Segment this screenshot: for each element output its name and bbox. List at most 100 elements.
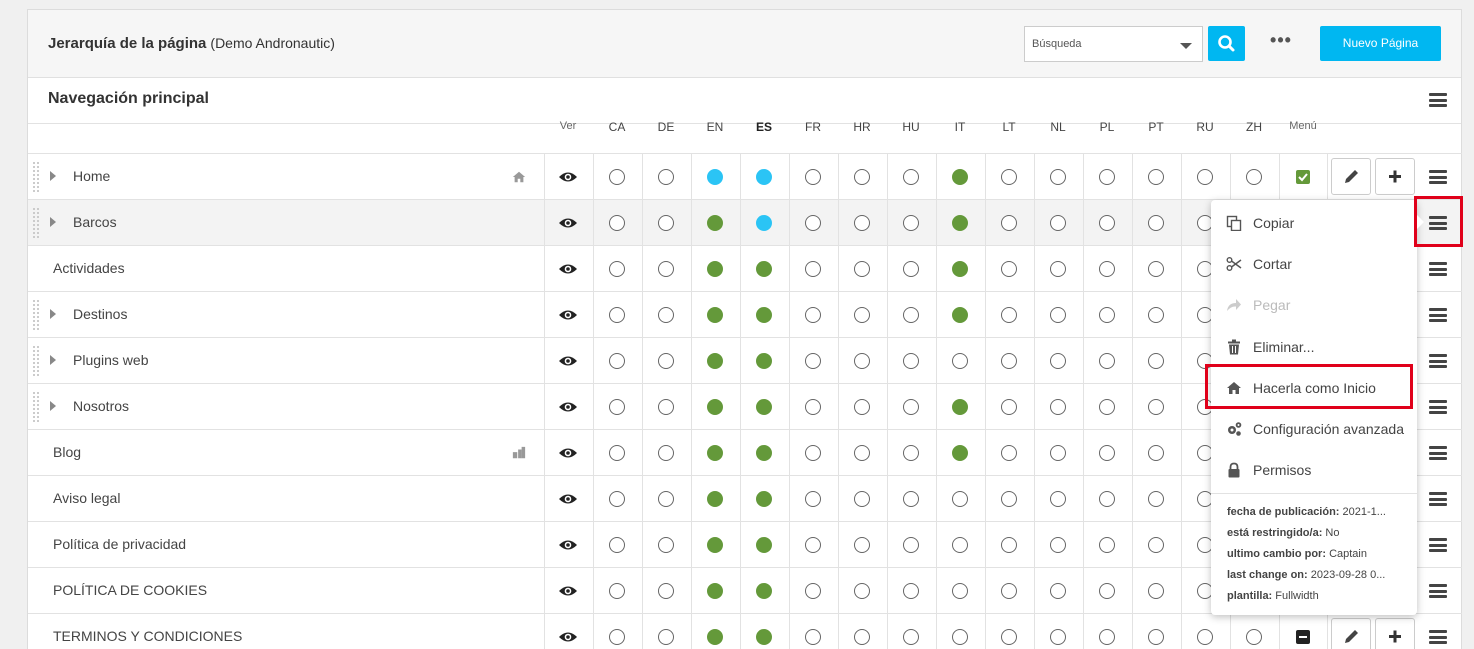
language-status-hu[interactable] xyxy=(903,583,919,599)
language-status-hr[interactable] xyxy=(854,399,870,415)
language-status-nl[interactable] xyxy=(1050,445,1066,461)
language-status-lt[interactable] xyxy=(1001,537,1017,553)
language-status-pl[interactable] xyxy=(1099,445,1115,461)
language-status-ca[interactable] xyxy=(609,353,625,369)
language-status-hr[interactable] xyxy=(854,537,870,553)
page-title-label[interactable]: Actividades xyxy=(53,260,125,276)
language-status-en[interactable] xyxy=(707,629,723,645)
language-status-hr[interactable] xyxy=(854,169,870,185)
language-status-hu[interactable] xyxy=(903,215,919,231)
menu-checkbox-indeterminate[interactable] xyxy=(1296,630,1310,644)
page-title-label[interactable]: Blog xyxy=(53,444,81,460)
language-status-it[interactable] xyxy=(952,261,968,277)
language-status-de[interactable] xyxy=(658,537,674,553)
eye-icon[interactable] xyxy=(558,216,578,230)
language-status-ca[interactable] xyxy=(609,399,625,415)
row-menu-icon[interactable] xyxy=(1429,262,1447,276)
language-status-pt[interactable] xyxy=(1148,583,1164,599)
language-status-lt[interactable] xyxy=(1001,169,1017,185)
language-status-en[interactable] xyxy=(707,399,723,415)
more-options-icon[interactable]: ••• xyxy=(1268,31,1294,56)
language-status-it[interactable] xyxy=(952,169,968,185)
expand-arrow-icon[interactable] xyxy=(50,217,56,227)
language-status-de[interactable] xyxy=(658,445,674,461)
language-status-pl[interactable] xyxy=(1099,399,1115,415)
language-status-fr[interactable] xyxy=(805,537,821,553)
language-status-it[interactable] xyxy=(952,445,968,461)
language-status-ca[interactable] xyxy=(609,583,625,599)
language-status-pl[interactable] xyxy=(1099,629,1115,645)
language-status-pt[interactable] xyxy=(1148,353,1164,369)
language-status-es[interactable] xyxy=(756,537,772,553)
language-status-de[interactable] xyxy=(658,261,674,277)
language-status-nl[interactable] xyxy=(1050,169,1066,185)
column-header-lang-pt[interactable]: PT xyxy=(1136,120,1176,134)
language-status-nl[interactable] xyxy=(1050,215,1066,231)
language-status-es[interactable] xyxy=(756,353,772,369)
language-status-ca[interactable] xyxy=(609,537,625,553)
menu-item-scissors[interactable]: Cortar xyxy=(1211,247,1417,281)
language-status-pl[interactable] xyxy=(1099,215,1115,231)
language-status-pl[interactable] xyxy=(1099,261,1115,277)
language-status-lt[interactable] xyxy=(1001,215,1017,231)
drag-handle-icon[interactable] xyxy=(32,391,40,423)
drag-handle-icon[interactable] xyxy=(32,299,40,331)
add-page-button[interactable] xyxy=(1375,618,1415,649)
language-status-ca[interactable] xyxy=(609,445,625,461)
language-status-hu[interactable] xyxy=(903,353,919,369)
language-status-en[interactable] xyxy=(707,353,723,369)
language-status-en[interactable] xyxy=(707,491,723,507)
eye-icon[interactable] xyxy=(558,630,578,644)
language-status-nl[interactable] xyxy=(1050,537,1066,553)
eye-icon[interactable] xyxy=(558,308,578,322)
language-status-fr[interactable] xyxy=(805,491,821,507)
row-menu-icon[interactable] xyxy=(1429,354,1447,368)
page-title-label[interactable]: Aviso legal xyxy=(53,490,120,506)
page-title-label[interactable]: Home xyxy=(73,168,110,184)
row-menu-icon[interactable] xyxy=(1429,400,1447,414)
language-status-es[interactable] xyxy=(756,583,772,599)
language-status-en[interactable] xyxy=(707,537,723,553)
page-title-label[interactable]: Política de privacidad xyxy=(53,536,186,552)
eye-icon[interactable] xyxy=(558,354,578,368)
row-menu-icon[interactable] xyxy=(1429,630,1447,644)
language-status-nl[interactable] xyxy=(1050,583,1066,599)
row-menu-icon[interactable] xyxy=(1429,492,1447,506)
language-status-lt[interactable] xyxy=(1001,261,1017,277)
language-status-it[interactable] xyxy=(952,629,968,645)
language-status-nl[interactable] xyxy=(1050,261,1066,277)
expand-arrow-icon[interactable] xyxy=(50,171,56,181)
language-status-de[interactable] xyxy=(658,583,674,599)
language-status-lt[interactable] xyxy=(1001,399,1017,415)
language-status-hu[interactable] xyxy=(903,491,919,507)
page-title-label[interactable]: Plugins web xyxy=(73,352,149,368)
language-status-en[interactable] xyxy=(707,169,723,185)
language-status-fr[interactable] xyxy=(805,261,821,277)
language-status-hr[interactable] xyxy=(854,307,870,323)
language-status-nl[interactable] xyxy=(1050,491,1066,507)
language-status-fr[interactable] xyxy=(805,629,821,645)
language-status-ca[interactable] xyxy=(609,215,625,231)
language-status-nl[interactable] xyxy=(1050,399,1066,415)
language-status-ca[interactable] xyxy=(609,261,625,277)
language-status-de[interactable] xyxy=(658,169,674,185)
language-status-pl[interactable] xyxy=(1099,169,1115,185)
drag-handle-icon[interactable] xyxy=(32,161,40,193)
column-header-lang-zh[interactable]: ZH xyxy=(1234,120,1274,134)
language-status-pl[interactable] xyxy=(1099,307,1115,323)
language-status-pl[interactable] xyxy=(1099,537,1115,553)
language-status-ru[interactable] xyxy=(1197,169,1213,185)
language-status-hr[interactable] xyxy=(854,491,870,507)
row-menu-icon[interactable] xyxy=(1429,308,1447,322)
menu-item-lock[interactable]: Permisos xyxy=(1211,453,1417,487)
language-status-ca[interactable] xyxy=(609,169,625,185)
language-status-hu[interactable] xyxy=(903,169,919,185)
row-menu-icon[interactable] xyxy=(1429,538,1447,552)
drag-handle-icon[interactable] xyxy=(32,207,40,239)
language-status-es[interactable] xyxy=(756,215,772,231)
row-menu-icon[interactable] xyxy=(1429,584,1447,598)
language-status-es[interactable] xyxy=(756,491,772,507)
menu-checkbox-checked[interactable] xyxy=(1296,170,1310,184)
row-menu-icon[interactable] xyxy=(1429,170,1447,184)
language-status-hu[interactable] xyxy=(903,445,919,461)
